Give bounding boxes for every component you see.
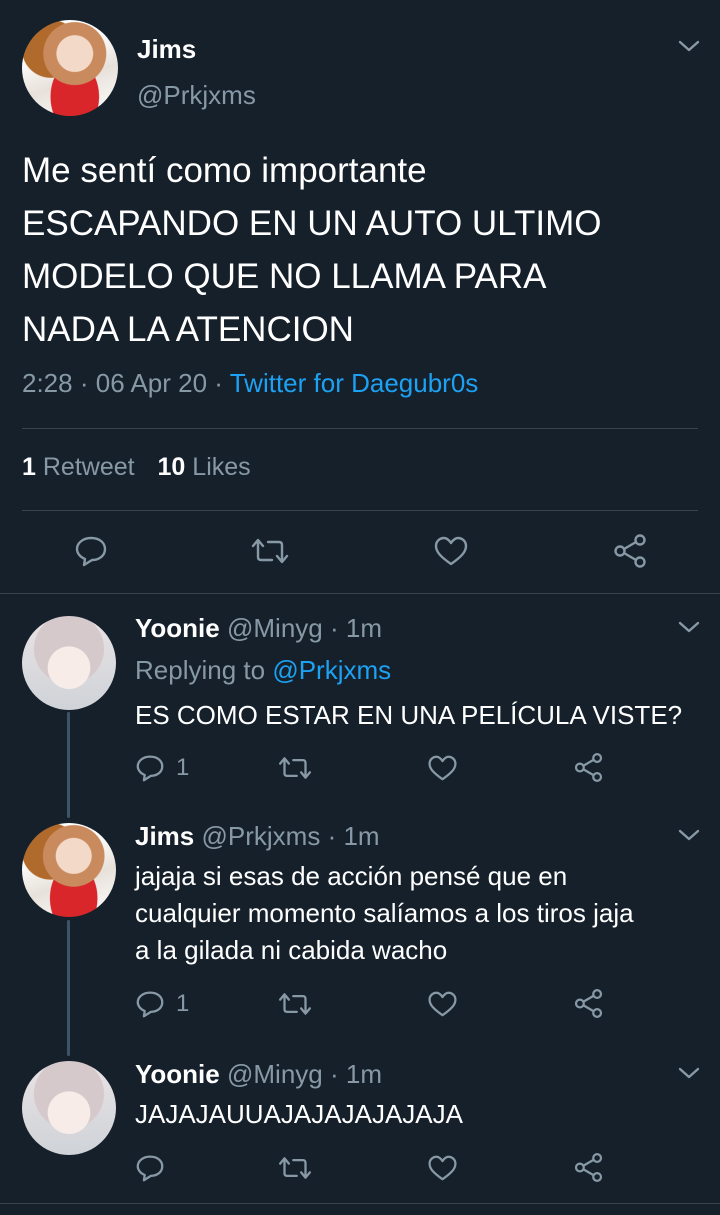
- chevron-down-icon[interactable]: [677, 36, 701, 56]
- share-icon[interactable]: [573, 752, 604, 783]
- thread-line: [67, 920, 70, 1056]
- author-name[interactable]: Yoonie: [135, 1059, 220, 1089]
- reply-time: 1m: [343, 821, 380, 851]
- tweet-stats: 1 Retweet 10 Likes: [22, 453, 251, 482]
- tweet-text-line: ESCAPANDO EN UN AUTO ULTIMO: [22, 204, 602, 243]
- separator: ·: [214, 368, 223, 398]
- retweets-count: 1: [22, 453, 36, 481]
- reply-time: 1m: [345, 613, 382, 643]
- reply-header: Jims @Prkjxms · 1m: [135, 821, 380, 852]
- chevron-down-icon[interactable]: [677, 1063, 701, 1083]
- reply-text: JAJAJAUUAJAJAJAJAJAJA: [135, 1096, 463, 1133]
- reply-text-line: JAJAJAUUAJAJAJAJAJAJA: [135, 1099, 463, 1129]
- reply-time: 1m: [345, 1059, 382, 1089]
- tweet-time: 2:28: [22, 368, 73, 398]
- reply-text-line: cualquier momento salíamos a los tiros j…: [135, 898, 634, 928]
- replying-to-label: Replying to: [135, 655, 266, 685]
- separator: ·: [79, 368, 89, 398]
- heart-icon[interactable]: [433, 535, 469, 567]
- retweets-label: Retweet: [42, 453, 135, 481]
- author-handle[interactable]: @Minyg: [227, 1059, 323, 1089]
- heart-icon[interactable]: [427, 754, 458, 782]
- chevron-down-icon[interactable]: [677, 825, 701, 845]
- reply-count: 1: [176, 990, 190, 1017]
- author-name[interactable]: Jims: [137, 34, 196, 65]
- likes-stat[interactable]: 10 Likes: [158, 453, 251, 481]
- reply-text-line: jajaja si esas de acción pensé que en: [135, 861, 568, 891]
- share-icon[interactable]: [573, 1152, 604, 1183]
- tweet-text-line: Me sentí como importante: [22, 151, 427, 190]
- divider: [0, 593, 720, 594]
- retweets-stat[interactable]: 1 Retweet: [22, 453, 142, 481]
- divider: [0, 1203, 720, 1204]
- reply-text-line: a la gilada ni cabida wacho: [135, 935, 448, 965]
- tweet-text-line: MODELO QUE NO LLAMA PARA: [22, 257, 547, 296]
- tweet-date: 06 Apr 20: [95, 368, 208, 398]
- comment-icon[interactable]: [74, 535, 108, 567]
- share-icon[interactable]: [573, 988, 604, 1019]
- avatar[interactable]: [22, 1061, 116, 1155]
- share-icon[interactable]: [612, 533, 648, 569]
- avatar[interactable]: [22, 616, 116, 710]
- comment-icon[interactable]: [135, 754, 165, 782]
- divider: [22, 428, 698, 429]
- retweet-icon[interactable]: [277, 754, 313, 782]
- reply-header: Yoonie @Minyg · 1m: [135, 1059, 382, 1090]
- retweet-icon[interactable]: [277, 1154, 313, 1182]
- retweet-icon[interactable]: [250, 535, 290, 567]
- separator: ·: [329, 613, 339, 643]
- author-handle[interactable]: @Minyg: [227, 613, 323, 643]
- replying-to-link[interactable]: @Prkjxms: [272, 655, 391, 685]
- tweet-meta: 2:28 · 06 Apr 20 · Twitter for Daegubr0s: [22, 368, 478, 399]
- separator: ·: [327, 821, 337, 851]
- reply-header: Yoonie @Minyg · 1m: [135, 613, 382, 644]
- divider: [22, 510, 698, 511]
- retweet-icon[interactable]: [277, 990, 313, 1018]
- comment-icon[interactable]: [135, 1154, 165, 1182]
- replying-to: Replying to @Prkjxms: [135, 655, 391, 686]
- reply-text-line: ES COMO ESTAR EN UNA PELÍCULA VISTE?: [135, 700, 683, 730]
- author-handle[interactable]: @Prkjxms: [202, 821, 321, 851]
- tweet-text-line: NADA LA ATENCION: [22, 310, 354, 349]
- likes-count: 10: [157, 453, 186, 481]
- avatar[interactable]: [22, 823, 116, 917]
- tweet-text: Me sentí como importante ESCAPANDO EN UN…: [22, 144, 602, 356]
- author-name[interactable]: Jims: [135, 821, 194, 851]
- avatar[interactable]: [22, 20, 118, 116]
- author-handle[interactable]: @Prkjxms: [137, 80, 256, 111]
- reply-count: 1: [176, 754, 190, 781]
- heart-icon[interactable]: [427, 1154, 458, 1182]
- thread-line: [67, 712, 70, 818]
- tweet-source-link[interactable]: Twitter for Daegubr0s: [230, 368, 479, 398]
- separator: ·: [329, 1059, 339, 1089]
- author-name[interactable]: Yoonie: [135, 613, 220, 643]
- reply-text: ES COMO ESTAR EN UNA PELÍCULA VISTE?: [135, 697, 682, 734]
- chevron-down-icon[interactable]: [677, 617, 701, 637]
- heart-icon[interactable]: [427, 990, 458, 1018]
- likes-label: Likes: [192, 453, 251, 481]
- reply-text: jajaja si esas de acción pensé que en cu…: [135, 858, 634, 969]
- comment-icon[interactable]: [135, 990, 165, 1018]
